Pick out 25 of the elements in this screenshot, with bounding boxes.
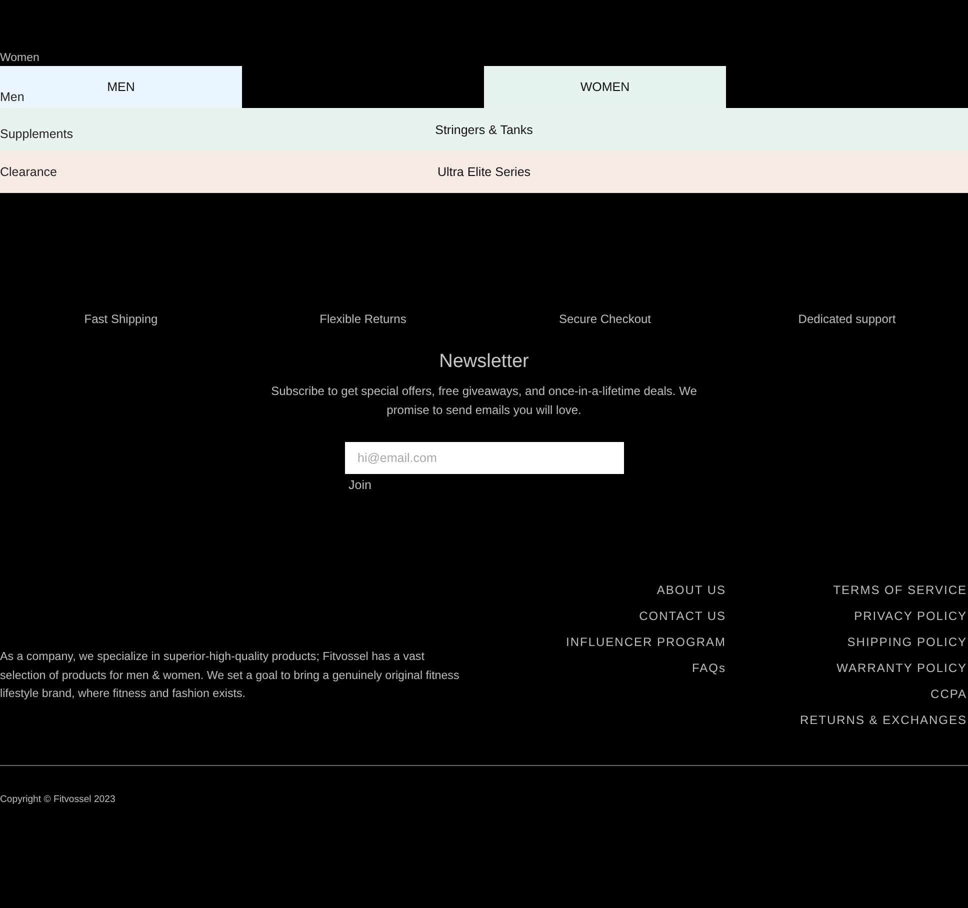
footer-link[interactable]: TERMS OF SERVICE <box>833 582 967 598</box>
newsletter-text: Subscribe to get special offers, free giveaways, and once-in-a-lifetime deals. We promise to send emails you will love. <box>270 383 698 419</box>
email-field[interactable]: hi@email.com <box>344 442 624 474</box>
category-link[interactable]: Supplements <box>0 126 73 142</box>
feature-label: Secure Checkout <box>558 311 652 327</box>
footer-link[interactable]: INFLUENCER PROGRAM <box>566 634 726 650</box>
category-link[interactable]: Men <box>0 88 24 104</box>
about-text: As a company, we specialize in superior-high-quality products; Fitvossel has a vast selection of products for men & women. We set a goal to bring a genuinely original fitness lifestyle brand, where fitness and fashion exists. <box>0 649 460 702</box>
category-link[interactable]: Clearance <box>0 164 57 180</box>
footer-link[interactable]: CCPA <box>930 686 967 702</box>
copyright-text: Copyright © Fitvossel 2023 <box>0 793 116 807</box>
footer-link[interactable]: ABOUT US <box>656 582 726 598</box>
footer-link[interactable]: RETURNS & EXCHANGES <box>800 712 967 728</box>
feature-label: Dedicated support <box>797 311 897 327</box>
newsletter-title: Newsletter <box>439 350 529 374</box>
footer-link[interactable]: SHIPPING POLICY <box>847 634 967 650</box>
footer-link[interactable]: FAQs <box>692 660 726 676</box>
collection-tile[interactable]: WOMEN <box>484 66 726 108</box>
footer-link[interactable]: CONTACT US <box>639 608 726 624</box>
footer-link[interactable]: WARRANTY POLICY <box>836 660 967 676</box>
feature-label: Fast Shipping <box>83 311 159 327</box>
category-link[interactable]: Women <box>0 51 40 65</box>
footer-link[interactable]: PRIVACY POLICY <box>854 608 967 624</box>
join-button[interactable]: Join <box>344 474 376 496</box>
feature-label: Flexible Returns <box>318 311 408 327</box>
